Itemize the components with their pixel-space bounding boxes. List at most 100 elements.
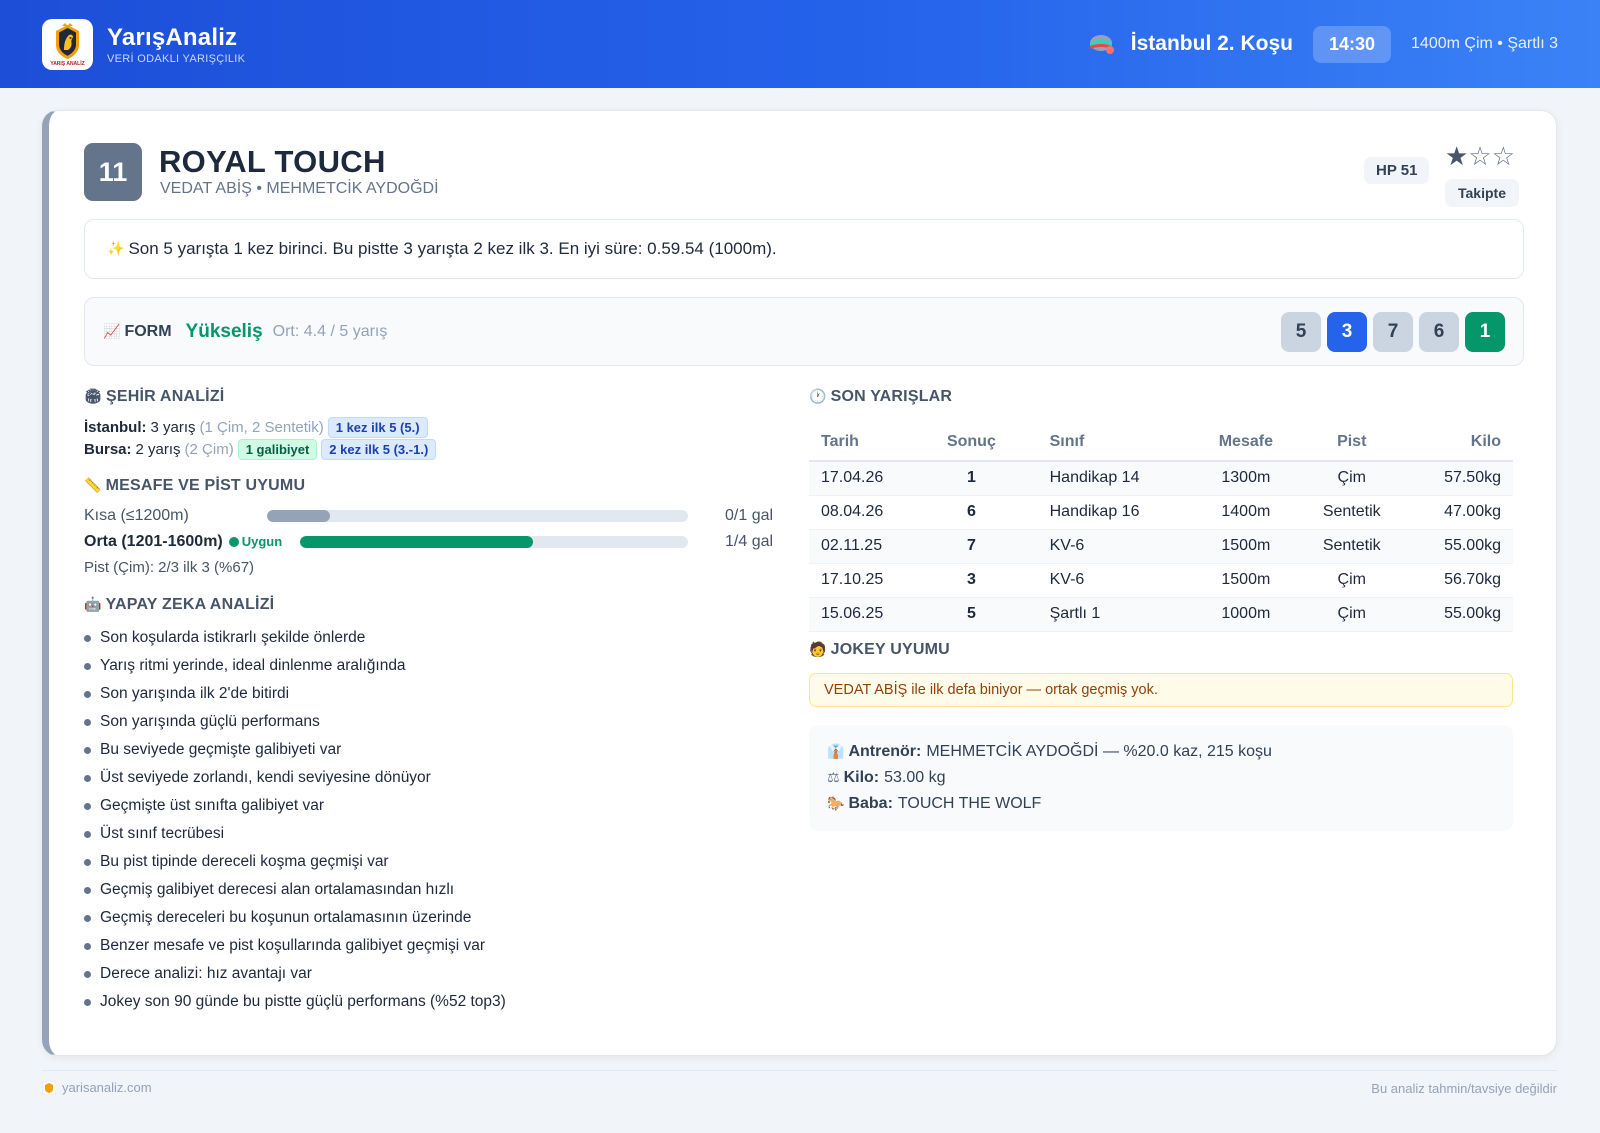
summary-text: Son 5 yarışta 1 kez birinci. Bu pistte 3… <box>128 239 777 258</box>
race-class: KV-6 <box>1019 529 1195 564</box>
rating-stars[interactable]: ★☆☆ <box>1445 141 1515 172</box>
recent-title-text: SON YARIŞLAR <box>830 388 953 405</box>
race-track: Çim <box>1297 461 1406 496</box>
race-date: 17.04.26 <box>809 461 924 496</box>
scale-icon: ⚖ <box>827 770 840 786</box>
footer-site-text[interactable]: yarisanaliz.com <box>62 1080 152 1095</box>
race-distance: 1500m <box>1194 563 1298 598</box>
race-conditions: 1400m Çim • Şartlı 3 <box>1411 35 1558 52</box>
jockey-trainer-line: VEDAT ABİŞ • MEHMETCİK AYDOĞDİ <box>160 180 439 197</box>
list-item: Jokey son 90 günde bu pistte güçlü perfo… <box>84 988 506 1016</box>
status-dot-icon <box>228 537 239 547</box>
city-row-istanbul: İstanbul: 3 yarış (1 Çim, 2 Sentetik) 1 … <box>84 417 428 438</box>
race-date: 08.04.26 <box>809 495 924 530</box>
form-result-chip: 6 <box>1419 311 1459 352</box>
race-track: Sentetik <box>1297 529 1406 564</box>
star-empty-icon[interactable]: ☆ <box>1492 141 1515 171</box>
race-weight: 57.50kg <box>1405 461 1513 496</box>
city-detail: (1 Çim, 2 Sentetik) <box>199 419 324 436</box>
table-row[interactable]: 02.11.25 7 KV-6 1500m Sentetik 55.00kg <box>809 529 1513 564</box>
stadium-icon: 🏟 <box>84 389 102 405</box>
race-class: Şartlı 1 <box>1019 597 1195 632</box>
form-panel: 📈 FORM Yükseliş Ort: 4.4 / 5 yarış 5 3 7… <box>84 297 1524 366</box>
ai-section-title: 🤖 YAPAY ZEKA ANALİZİ <box>84 596 274 614</box>
form-result-chip: 5 <box>1281 311 1321 352</box>
city-name: Bursa: <box>84 441 132 458</box>
race-distance: 1500m <box>1194 529 1298 564</box>
table-row[interactable]: 17.04.26 1 Handikap 14 1300m Çim 57.50kg <box>809 461 1513 496</box>
column-header[interactable]: Pist <box>1297 423 1406 462</box>
footer-disclaimer: Bu analiz tahmin/tavsiye değildir <box>1371 1081 1557 1096</box>
list-item: Geçmiş galibiyet derecesi alan ortalamas… <box>84 876 506 904</box>
race-result: 5 <box>923 597 1020 632</box>
city-tag: 2 kez ilk 5 (3.-1.) <box>321 439 437 460</box>
race-track: Çim <box>1297 597 1406 632</box>
column-header[interactable]: Sonuç <box>923 423 1020 462</box>
column-header[interactable]: Kilo <box>1405 423 1513 462</box>
sparkles-icon: ✨ <box>107 241 125 257</box>
distance-bar-short <box>267 510 688 522</box>
ai-title-text: YAPAY ZEKA ANALİZİ <box>105 596 275 613</box>
horse-number-badge: 11 <box>84 143 142 201</box>
trainer-label: Antrenör: <box>848 743 922 760</box>
table-row[interactable]: 15.06.25 5 Şartlı 1 1000m Çim 55.00kg <box>809 597 1513 632</box>
race-result: 3 <box>923 563 1020 598</box>
clock-icon: 🕐 <box>809 389 827 405</box>
sire-value: TOUCH THE WOLF <box>897 795 1042 812</box>
table-row[interactable]: 08.04.26 6 Handikap 16 1400m Sentetik 47… <box>809 495 1513 530</box>
ruler-icon: 📏 <box>84 478 102 494</box>
info-box: 👔 Antrenör: MEHMETCİK AYDOĞDİ — %20.0 kaz,… <box>809 725 1513 831</box>
recent-races-table: Tarih Sonuç Sınıf Mesafe Pist Kilo 17.04… <box>809 423 1513 632</box>
distance-section-title: 📏 MESAFE VE PİST UYUMU <box>84 477 305 495</box>
jockey-section-title: 🧑 JOKEY UYUMU <box>809 641 950 659</box>
footer-divider <box>42 1070 1557 1071</box>
form-result-chip: 1 <box>1465 311 1505 352</box>
race-distance: 1400m <box>1194 495 1298 530</box>
summary-box: ✨ Son 5 yarışta 1 kez birinci. Bu pistte… <box>84 219 1524 279</box>
list-item: Derece analizi: hız avantajı var <box>84 960 506 988</box>
weight-value: 53.00 kg <box>884 769 946 786</box>
sire-label: Baba: <box>848 795 893 812</box>
race-time-badge: 14:30 <box>1312 25 1392 63</box>
column-header[interactable]: Mesafe <box>1194 423 1298 462</box>
city-count: 2 yarış <box>135 441 181 458</box>
column-header[interactable]: Sınıf <box>1019 423 1195 462</box>
site-logo-icon <box>42 1080 56 1095</box>
form-results: 5 3 7 6 1 <box>1281 311 1505 352</box>
footer-site[interactable]: yarisanaliz.com <box>42 1080 152 1095</box>
race-distance: 1000m <box>1194 597 1298 632</box>
star-filled-icon[interactable]: ★ <box>1445 141 1468 171</box>
list-item: Geçmiş dereceleri bu koşunun ortalamasın… <box>84 904 506 932</box>
horse-icon: 🐎 <box>827 796 845 812</box>
distance-label-short: Kısa (≤1200m) <box>84 507 189 524</box>
list-item: Son koşularda istikrarlı şekilde önlerde <box>84 624 506 652</box>
jockey-title-text: JOKEY UYUMU <box>830 641 950 658</box>
horse-card: 11 ROYAL TOUCH VEDAT ABİŞ • MEHMETCİK AY… <box>42 110 1557 1056</box>
distance-bar-medium <box>300 536 688 548</box>
follow-button[interactable]: Takipte <box>1445 179 1519 207</box>
form-result-chip: 3 <box>1327 311 1367 352</box>
column-header[interactable]: Tarih <box>809 423 924 462</box>
list-item: Üst seviyede zorlandı, kendi seviyesine … <box>84 764 506 792</box>
horse-name[interactable]: ROYAL TOUCH <box>159 144 386 180</box>
list-item: Üst sınıf tecrübesi <box>84 820 506 848</box>
sire-row: 🐎 Baba: TOUCH THE WOLF <box>827 791 1495 817</box>
list-item: Bu seviyede geçmişte galibiyeti var <box>84 736 506 764</box>
chart-up-icon: 📈 <box>103 323 121 340</box>
form-label: FORM <box>124 322 172 340</box>
race-result: 1 <box>923 461 1020 496</box>
race-weight: 56.70kg <box>1405 563 1513 598</box>
star-empty-icon[interactable]: ☆ <box>1468 141 1491 171</box>
race-info-bar: İstanbul 2. Koşu 14:30 1400m Çim • Şartl… <box>1089 25 1558 63</box>
brand-logo[interactable]: YARIŞ ANALİZ <box>42 18 93 70</box>
table-row[interactable]: 17.10.25 3 KV-6 1500m Çim 56.70kg <box>809 563 1513 598</box>
form-trend: Yükseliş <box>185 320 263 342</box>
city-title-text: ŞEHİR ANALİZİ <box>105 388 225 405</box>
robot-icon: 🤖 <box>84 597 102 613</box>
distance-result-medium: 1/4 gal <box>725 533 774 550</box>
suitable-badge: Uygun <box>228 534 283 549</box>
suitable-text: Uygun <box>241 534 283 549</box>
city-section-title: 🏟 ŞEHİR ANALİZİ <box>84 388 224 406</box>
person-icon: 🧑 <box>809 642 827 658</box>
trainer-row: 👔 Antrenör: MEHMETCİK AYDOĞDİ — %20.0 kaz,… <box>827 739 1495 765</box>
